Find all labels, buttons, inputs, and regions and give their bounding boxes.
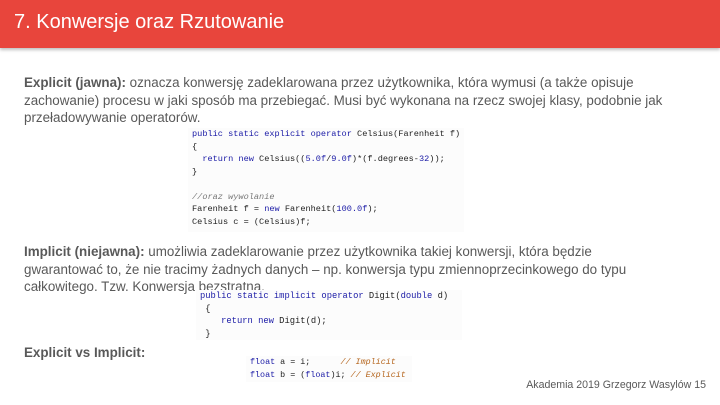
explicit-term: Explicit (jawna): [24, 75, 126, 90]
code-line: public static implicit operator Digit(do… [200, 291, 449, 301]
slide-footer: Akademia 2019 Grzegorz Wasylów 15 [526, 379, 706, 391]
code-line: } [192, 166, 198, 177]
explicit-paragraph: Explicit (jawna): oznacza konwersję zade… [24, 74, 664, 127]
title-bar: 7. Konwersje oraz Rzutowanie [0, 0, 720, 48]
code-line: { [192, 141, 198, 152]
code-line: return new Digit(d); [200, 316, 327, 326]
slide-title: 7. Konwersje oraz Rzutowanie [14, 11, 285, 33]
code-line: } [205, 328, 211, 339]
code-line: //oraz wywolanie [192, 191, 275, 202]
implicit-code-block: public static implicit operator Digit(do… [196, 290, 462, 340]
implicit-term: Implicit (niejawna): [24, 244, 145, 259]
code-line: return new Celsius((5.0f/9.0f)*(f.degree… [192, 154, 445, 164]
explicit-code-block: public static explicit operator Celsius(… [188, 128, 464, 232]
code-line: { [205, 303, 211, 314]
code-line: float b = (float)i; // Explicit [250, 369, 406, 380]
code-line: public static explicit operator Celsius(… [192, 129, 461, 139]
code-line: Celsius c = (Celsius)f; [192, 216, 311, 227]
vs-code-block: float a = i; // Implicit float b = (float… [246, 356, 412, 382]
implicit-paragraph: Implicit (niejawna): umożliwia zadeklaro… [24, 243, 664, 296]
code-line: float a = i; // Implicit [250, 357, 396, 367]
code-line: Farenheit f = new Farenheit(100.0f); [192, 204, 378, 214]
